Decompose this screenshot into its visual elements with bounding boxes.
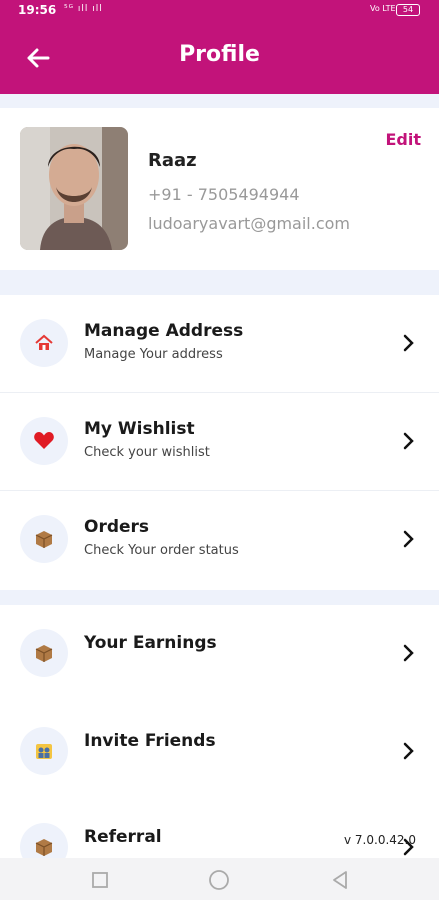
- recents-button[interactable]: [91, 871, 109, 889]
- profile-card: Edit Raaz +91 - 7505494944 ludoaryavart@…: [0, 108, 439, 270]
- chevron-right-icon: [403, 644, 414, 662]
- menu-item-orders[interactable]: Orders Check Your order status: [0, 491, 439, 589]
- profile-email: ludoaryavart@gmail.com: [148, 214, 351, 233]
- menu-item-subtitle: Manage Your address: [84, 347, 223, 362]
- menu-item-subtitle: Check your wishlist: [84, 445, 210, 460]
- chevron-right-icon: [403, 742, 414, 760]
- status-bar: 19:56 ⁵ᴳ ıll ıll Vo LTE 54: [0, 0, 439, 22]
- chevron-right-icon: [403, 334, 414, 352]
- menu-item-title: Your Earnings: [84, 633, 217, 653]
- menu-item-your-earnings[interactable]: Your Earnings: [0, 605, 439, 703]
- menu-item-title: Manage Address: [84, 321, 244, 341]
- battery-icon: 54: [396, 4, 420, 16]
- chevron-right-icon: [403, 530, 414, 548]
- app-version: v 7.0.0.42.0: [344, 833, 416, 847]
- profile-phone: +91 - 7505494944: [148, 185, 300, 204]
- people-icon: [20, 727, 68, 775]
- edit-profile-button[interactable]: Edit: [385, 130, 421, 149]
- earnings-menu: Your Earnings Invite Friends Referral: [0, 605, 439, 871]
- page-title: Profile: [179, 42, 260, 67]
- menu-item-title: My Wishlist: [84, 419, 195, 439]
- chevron-right-icon: [403, 432, 414, 450]
- status-time: 19:56: [18, 3, 57, 17]
- home-icon: [20, 319, 68, 367]
- menu-item-invite-friends[interactable]: Invite Friends: [0, 703, 439, 801]
- menu-item-subtitle: Check Your order status: [84, 543, 239, 558]
- menu-item-title: Invite Friends: [84, 731, 216, 751]
- box-icon: [20, 629, 68, 677]
- menu-item-title: Orders: [84, 517, 150, 537]
- box-icon: [20, 515, 68, 563]
- app-bar: Profile: [0, 22, 439, 94]
- avatar: [20, 127, 128, 250]
- account-menu: Manage Address Manage Your address My Wi…: [0, 295, 439, 590]
- menu-item-my-wishlist[interactable]: My Wishlist Check your wishlist: [0, 393, 439, 491]
- profile-name: Raaz: [148, 150, 197, 171]
- home-button[interactable]: [208, 869, 230, 891]
- menu-item-title: Referral: [84, 827, 162, 847]
- volte-indicator: Vo LTE: [370, 4, 396, 13]
- signal-icon: ⁵ᴳ ıll ıll: [64, 4, 103, 14]
- menu-item-manage-address[interactable]: Manage Address Manage Your address: [0, 295, 439, 393]
- heart-icon: [20, 417, 68, 465]
- back-nav-button[interactable]: [330, 870, 350, 890]
- system-nav-bar: [0, 858, 439, 900]
